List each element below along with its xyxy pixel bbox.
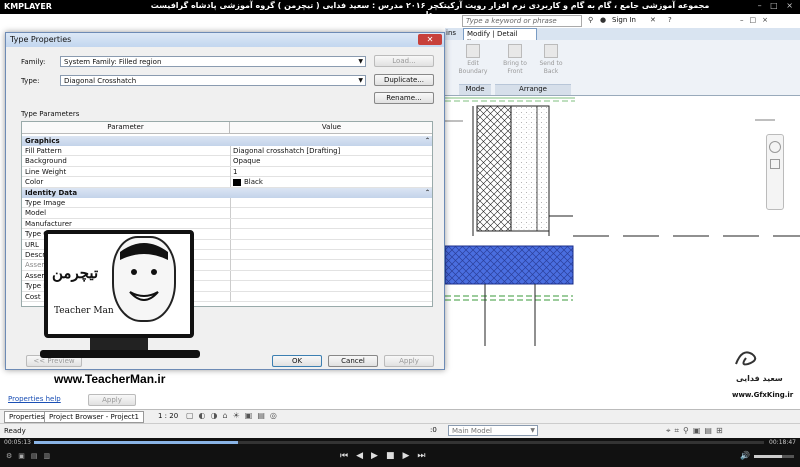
send-to-back-button[interactable]: Send to Back [533, 44, 569, 76]
ribbon-tab-insert[interactable]: ins [446, 29, 456, 37]
model-selector[interactable]: Main Model ▼ [448, 425, 538, 436]
table-row[interactable]: Background Opaque [22, 156, 432, 167]
steering-wheel-icon[interactable] [769, 141, 781, 153]
col-parameter-header: Parameter [22, 122, 230, 134]
chevron-down-icon: ▼ [358, 77, 363, 84]
table-row[interactable]: Manufacturer [22, 218, 432, 230]
table-row[interactable]: Model [22, 208, 432, 219]
help-icon[interactable]: ? [668, 16, 672, 24]
ribbon-panel-area: Edit Boundary Bring to Front Send to Bac… [445, 40, 800, 96]
zoom-icon[interactable] [770, 159, 780, 169]
type-label: Type: [21, 77, 40, 85]
table-row[interactable]: Type Image [22, 198, 432, 209]
status-bar: Ready :0 Main Model ▼ ⌖⌗⚲▣▤⊞ [0, 423, 800, 438]
player-logo: KMPLAYER [4, 2, 52, 11]
properties-footer: Properties help Apply Properties Project… [0, 394, 800, 423]
rename-button[interactable]: Rename... [374, 92, 434, 104]
group-graphics[interactable]: Graphics ⌃ [22, 136, 432, 146]
load-button[interactable]: Load... [374, 55, 434, 67]
apply-button[interactable]: Apply [384, 355, 434, 367]
player-titlebar: KMPLAYER مجموعه آموزشی جامع ، گام به گام… [0, 0, 800, 19]
view-scale[interactable]: 1 : 20 [158, 412, 178, 420]
seek-progress [34, 441, 239, 444]
col-value-header: Value [230, 122, 432, 134]
edit-boundary-icon [466, 44, 480, 58]
volume-icon[interactable]: 🔊 [740, 451, 750, 460]
selection-filter-icons[interactable]: ⌖⌗⚲▣▤⊞ [666, 426, 727, 436]
teacherman-logo-sub: Teacher Man [54, 306, 114, 316]
status-ready: Ready [4, 427, 26, 435]
color-value[interactable]: Black [230, 177, 432, 188]
time-elapsed: 00:05:13 [4, 439, 31, 446]
teacherman-logo-text: تیچرمن [52, 264, 99, 282]
tab-properties[interactable]: Properties [4, 411, 50, 423]
table-row[interactable]: Fill Pattern Diagonal crosshatch [Drafti… [22, 146, 432, 157]
exchange-icon[interactable]: ✕ [650, 16, 656, 24]
user-icon[interactable]: ● [600, 16, 606, 24]
revit-titlebar: Type a keyword or phrase ⚲ ● Sign In ✕ ?… [0, 14, 800, 28]
gfxking-url: www.GfxKing.ir [732, 391, 794, 399]
player-window-controls[interactable]: – □ × [758, 1, 796, 10]
dialog-close-button[interactable]: ✕ [418, 34, 442, 45]
type-select[interactable]: Diagonal Crosshatch ▼ [60, 75, 366, 86]
type-parameters-label: Type Parameters [21, 110, 80, 118]
teacher-caricature [112, 236, 176, 322]
player-controls: 00:05:13 00:18:47 ⏮◀▶■▶⏭ ⚙▣▤▥ 🔊 [0, 438, 800, 467]
teacherman-url: www.TeacherMan.ir [54, 372, 166, 386]
bring-to-front-button[interactable]: Bring to Front [497, 44, 533, 76]
send-to-back-icon [544, 44, 558, 58]
time-total: 00:18:47 [769, 439, 796, 446]
navigation-bar[interactable] [766, 134, 784, 210]
playback-buttons[interactable]: ⏮◀▶■▶⏭ [340, 451, 433, 461]
monitor-base [40, 350, 200, 358]
cancel-button[interactable]: Cancel [328, 355, 378, 367]
color-swatch [233, 178, 241, 186]
table-row[interactable]: Line Weight 1 [22, 166, 432, 178]
chevron-down-icon: ▼ [358, 58, 363, 65]
table-row[interactable]: Color Black [22, 177, 432, 188]
dialog-titlebar: Type Properties ✕ [6, 33, 444, 47]
tab-project-browser[interactable]: Project Browser - Project1 [44, 411, 144, 423]
monitor-stand [90, 338, 148, 350]
arrange-panel-label: Arrange [495, 84, 571, 95]
group-identity-data[interactable]: Identity Data ⌃ [22, 188, 432, 198]
edit-boundary-button[interactable]: Edit Boundary [455, 44, 491, 76]
collapse-icon: ⌃ [424, 137, 430, 144]
family-select[interactable]: System Family: Filled region ▼ [60, 56, 366, 67]
ok-button[interactable]: OK [272, 355, 322, 367]
sign-in-button[interactable]: Sign In [612, 16, 636, 24]
volume-slider[interactable] [754, 455, 794, 458]
dialog-title: Type Properties [10, 35, 72, 44]
window-controls[interactable]: –□× [740, 16, 774, 24]
view-control-icons[interactable]: ▢◐◑⌂☀▣▤◎ [186, 411, 282, 420]
help-search-input[interactable]: Type a keyword or phrase [462, 15, 582, 27]
properties-help-link[interactable]: Properties help [8, 395, 61, 403]
gfxking-name: سعید فدایی [736, 374, 783, 383]
seek-bar[interactable] [34, 441, 764, 444]
ribbon-tab-modify-detail-items[interactable]: Modify | Detail Items [463, 28, 537, 46]
mode-panel-label: Mode [459, 84, 491, 95]
bring-to-front-icon [508, 44, 522, 58]
family-label: Family: [21, 58, 46, 66]
properties-apply-button[interactable]: Apply [88, 394, 136, 406]
caricature-face-icon [120, 243, 168, 301]
status-zero: :0 [430, 426, 437, 434]
collapse-icon: ⌃ [424, 189, 430, 196]
player-left-icons[interactable]: ⚙▣▤▥ [6, 452, 56, 460]
duplicate-button[interactable]: Duplicate... [374, 74, 434, 86]
gfxking-logo-icon [732, 346, 762, 368]
binoculars-icon[interactable]: ⚲ [588, 16, 593, 24]
